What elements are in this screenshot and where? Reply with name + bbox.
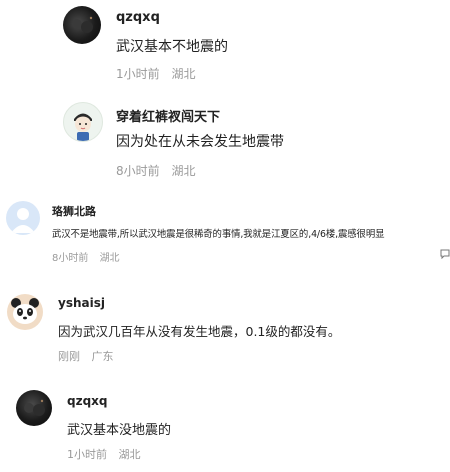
comment-location: 湖北 xyxy=(118,448,141,461)
panda-face-avatar-icon[interactable] xyxy=(7,294,43,330)
comment-location: 湖北 xyxy=(171,67,196,81)
comment-text: 因为武汉几百年从没有发生地震，0.1级的都没有。 xyxy=(58,324,341,339)
comment-text: 武汉不是地震带,所以武汉地震是很稀奇的事情,我就是江夏区的,4/6楼,震感很明显 xyxy=(52,229,385,240)
comment-time: 8小时前 xyxy=(52,253,89,264)
comment-meta: 8小时前 湖北 xyxy=(116,162,195,179)
comment-item: 珞狮北路 武汉不是地震带,所以武汉地震是很稀奇的事情,我就是江夏区的,4/6楼,… xyxy=(0,193,450,264)
username[interactable]: qzqxq xyxy=(67,394,108,408)
comment-text: 因为处在从未会发生地震带 xyxy=(116,134,284,150)
dark-night-photo-avatar-icon[interactable] xyxy=(63,6,101,44)
comment-item: qzqxq 武汉基本不地震的 1小时前 湖北 xyxy=(0,0,450,90)
comment-location: 湖北 xyxy=(99,253,120,264)
comment-meta: 1小时前 湖北 xyxy=(67,446,141,462)
cartoon-boy-avatar-icon[interactable] xyxy=(63,102,103,142)
comment-time: 刚刚 xyxy=(58,350,80,363)
comment-meta: 1小时前 湖北 xyxy=(116,65,195,82)
username[interactable]: qzqxq xyxy=(116,10,160,25)
username[interactable]: 穿着红裤衩闯天下 xyxy=(116,106,220,125)
username[interactable]: 珞狮北路 xyxy=(52,203,96,219)
comment-location: 湖北 xyxy=(171,164,196,178)
comment-item: yshaisj 因为武汉几百年从没有发生地震，0.1级的都没有。 刚刚 广东 xyxy=(0,283,450,378)
comment-item: 穿着红裤衩闯天下 因为处在从未会发生地震带 8小时前 湖北 xyxy=(0,90,450,185)
comment-meta: 8小时前 湖北 xyxy=(52,249,120,264)
comment-time: 1小时前 xyxy=(67,448,107,461)
comment-item: qzqxq 武汉基本没地震的 1小时前 湖北 xyxy=(0,384,450,472)
default-user-avatar-icon[interactable] xyxy=(6,201,40,235)
comment-time: 1小时前 xyxy=(116,67,160,81)
comment-meta: 刚刚 广东 xyxy=(58,348,114,364)
reply-icon[interactable] xyxy=(440,247,450,263)
username[interactable]: yshaisj xyxy=(58,296,105,310)
comment-location: 广东 xyxy=(91,350,114,363)
comment-time: 8小时前 xyxy=(116,164,160,178)
comment-text: 武汉基本不地震的 xyxy=(116,39,228,55)
comment-text: 武汉基本没地震的 xyxy=(67,423,172,438)
dark-night-photo-avatar-icon[interactable] xyxy=(16,390,52,426)
